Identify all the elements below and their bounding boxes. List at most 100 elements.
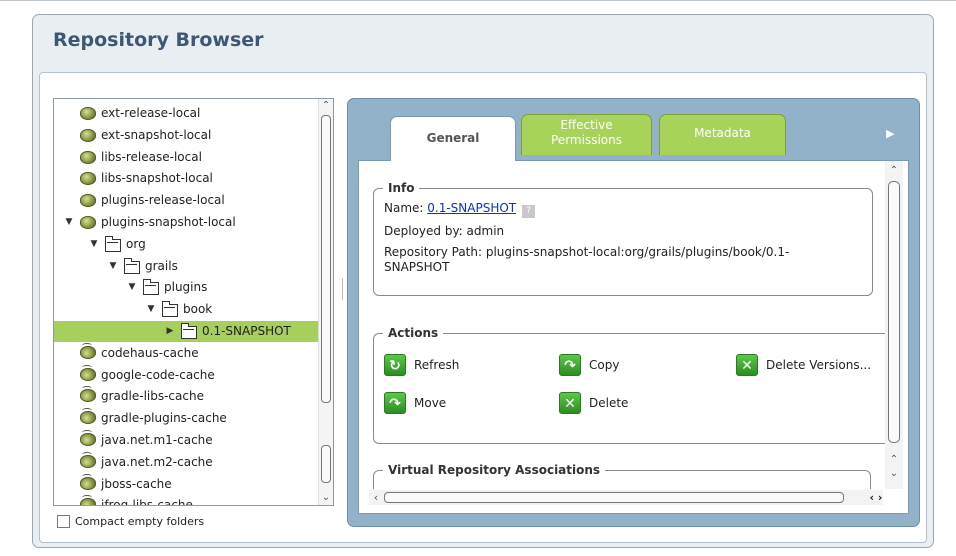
details-panel: General Effective Permissions Metadata ▶… xyxy=(347,98,920,527)
tree-item-label: org xyxy=(126,236,146,251)
tree-scroll-thumb-lower[interactable] xyxy=(321,445,331,483)
delete-icon: ✕ xyxy=(559,392,581,414)
panel-splitter[interactable] xyxy=(342,278,343,300)
tree-item[interactable]: google-code-cache xyxy=(54,364,319,386)
folder-icon xyxy=(181,323,197,339)
remote-repo-icon xyxy=(80,495,96,505)
tree-item-label: 0.1-SNAPSHOT xyxy=(202,324,291,338)
help-icon[interactable]: ? xyxy=(522,205,536,218)
chevron-right-icon[interactable]: ‹ › xyxy=(869,490,883,505)
tree-scroll-thumb[interactable] xyxy=(321,115,331,403)
tree-item[interactable]: java.net.m1-cache xyxy=(54,430,319,451)
remote-repo-icon xyxy=(80,473,96,490)
tree-item[interactable]: ▼ plugins-snapshot-local xyxy=(54,212,319,233)
repository-path-line2: SNAPSHOT xyxy=(384,260,450,274)
general-tab-content: Info Name: 0.1-SNAPSHOT? Deployed by: ad… xyxy=(359,161,885,489)
chevron-up-icon[interactable]: ⌃ xyxy=(887,164,901,178)
tree-item-label: gradle-libs-cache xyxy=(101,389,204,404)
local-repo-icon xyxy=(80,128,96,142)
tree-item[interactable]: codehaus-cache xyxy=(54,342,319,364)
tree-item-label: plugins-release-local xyxy=(101,193,225,208)
tree-list: ext-release-local ext-snapshot-local libs-… xyxy=(54,99,319,506)
expand-down-icon[interactable]: ▼ xyxy=(127,277,137,298)
tree-item-label: jfrog-libs-cache xyxy=(101,498,193,506)
content-area: ext-release-local ext-snapshot-local libs-… xyxy=(39,72,927,543)
remote-repo-icon xyxy=(80,430,96,446)
details-hscroll-thumb[interactable] xyxy=(384,492,844,503)
tree-item-label: java.net.m1-cache xyxy=(101,433,213,447)
copy-label: Copy xyxy=(589,358,620,372)
virtual-repository-associations-section: Virtual Repository Associations xyxy=(373,462,871,489)
remote-repo-icon xyxy=(80,408,96,425)
local-repo-icon xyxy=(80,216,96,229)
chevron-up-icon[interactable]: ⌃ xyxy=(319,99,333,113)
tree-item[interactable]: ext-release-local xyxy=(54,103,319,124)
tree-item[interactable]: ▼ book xyxy=(54,299,319,320)
local-repo-icon xyxy=(80,107,96,120)
repository-path-line1: Repository Path: plugins-snapshot-local:… xyxy=(384,245,790,259)
tree-item[interactable]: ▼ grails xyxy=(54,256,319,277)
tab-metadata-label: Metadata xyxy=(694,126,751,140)
tab-effective-permissions[interactable]: Effective Permissions xyxy=(521,114,652,155)
triangle-right-icon[interactable]: ▶ xyxy=(886,127,894,140)
tab-effective-permissions-label: Effective Permissions xyxy=(551,118,622,147)
tree-item[interactable]: jboss-cache xyxy=(54,473,319,495)
move-icon: ↷ xyxy=(384,392,406,414)
folder-icon xyxy=(162,301,178,318)
compact-empty-folders-checkbox[interactable] xyxy=(57,515,70,528)
delete-versions-icon: ✕ xyxy=(736,354,758,376)
tree-item-label: java.net.m2-cache xyxy=(101,454,213,469)
tree-item-label: plugins xyxy=(164,280,208,295)
window-title: Repository Browser xyxy=(53,29,264,51)
refresh-label: Refresh xyxy=(414,358,460,372)
folder-icon xyxy=(124,257,140,274)
expand-down-icon[interactable]: ▼ xyxy=(108,256,118,277)
chevron-up-icon-lower[interactable]: ⌃ xyxy=(887,453,901,467)
expand-right-icon[interactable]: ▶ xyxy=(165,321,175,342)
expand-down-icon[interactable]: ▼ xyxy=(89,234,99,255)
move-label: Move xyxy=(414,396,447,410)
tree-item[interactable]: gradle-libs-cache xyxy=(54,386,319,407)
remote-repo-icon xyxy=(80,342,96,359)
tree-item[interactable]: java.net.m2-cache xyxy=(54,451,319,473)
details-horizontal-scrollbar[interactable]: ‹ ‹ › xyxy=(369,490,883,505)
tree-item[interactable]: plugins-release-local xyxy=(54,190,319,211)
tree-item[interactable]: ▼ org xyxy=(54,234,319,255)
tree-item[interactable]: libs-release-local xyxy=(54,147,319,168)
tree-item[interactable]: ext-snapshot-local xyxy=(54,125,319,146)
tab-metadata[interactable]: Metadata xyxy=(659,114,786,155)
expand-down-icon[interactable]: ▼ xyxy=(64,212,74,233)
tree-scrollbar[interactable]: ⌃ ⌄ xyxy=(318,99,333,505)
chevron-down-icon[interactable]: ⌄ xyxy=(887,467,901,481)
info-section: Info Name: 0.1-SNAPSHOT? Deployed by: ad… xyxy=(373,180,873,296)
tree-item-label: codehaus-cache xyxy=(101,345,199,360)
details-vertical-scrollbar[interactable]: ⌃ ⌃ ⌄ xyxy=(885,161,903,489)
tree-item[interactable]: gradle-plugins-cache xyxy=(54,408,319,429)
local-repo-icon xyxy=(80,150,96,164)
virtual-repository-associations-legend: Virtual Repository Associations xyxy=(383,462,606,478)
local-repo-icon xyxy=(80,172,96,186)
tree-item-label: ext-release-local xyxy=(101,106,201,120)
tab-general[interactable]: General xyxy=(390,116,516,161)
repository-browser-window: Repository Browser ext-release-local ext-… xyxy=(32,14,934,548)
tree-item[interactable]: jfrog-libs-cache xyxy=(54,495,319,506)
compact-empty-folders-label: Compact empty folders xyxy=(75,515,205,528)
expand-down-icon[interactable]: ▼ xyxy=(146,299,156,320)
tree-item-selected[interactable]: ▶ 0.1-SNAPSHOT xyxy=(54,321,319,342)
remote-repo-icon xyxy=(80,386,96,403)
chevron-left-icon[interactable]: ‹ xyxy=(369,490,383,505)
chevron-down-icon[interactable]: ⌄ xyxy=(319,491,333,505)
general-tab-body: Info Name: 0.1-SNAPSHOT? Deployed by: ad… xyxy=(358,160,909,514)
tree-item[interactable]: libs-snapshot-local xyxy=(54,168,319,189)
repository-tree[interactable]: ext-release-local ext-snapshot-local libs-… xyxy=(53,98,334,506)
actions-section: Actions ↻ Refresh ↷ Copy ✕ Delete Versio… xyxy=(373,325,885,444)
tree-item[interactable]: ▼ plugins xyxy=(54,277,319,298)
name-link[interactable]: 0.1-SNAPSHOT xyxy=(427,201,516,215)
top-divider xyxy=(0,0,956,5)
details-scroll-thumb[interactable] xyxy=(888,181,900,443)
refresh-icon: ↻ xyxy=(384,354,406,376)
tree-item-label: google-code-cache xyxy=(101,367,215,382)
tree-item-label: grails xyxy=(145,258,178,273)
folder-icon xyxy=(105,235,121,252)
tab-general-label: General xyxy=(426,131,480,145)
